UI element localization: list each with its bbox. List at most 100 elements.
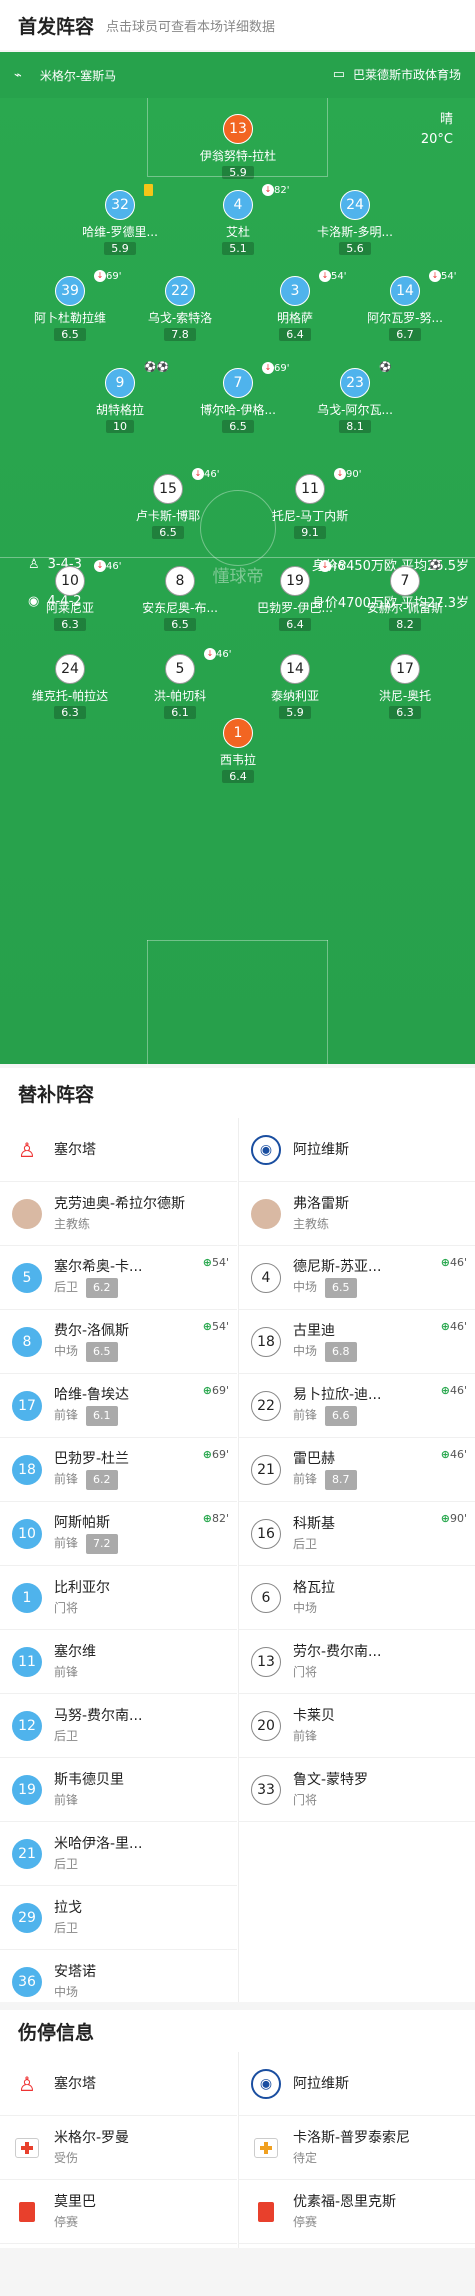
player-position: 中场	[293, 1600, 318, 1615]
away-team-name: 阿拉维斯	[293, 1141, 349, 1158]
sub-event: ⊕46'	[441, 1320, 467, 1333]
sub-player-row[interactable]: 10 阿斯帕斯 前锋 7.2 ⊕82'	[0, 1502, 237, 1566]
player-home-24[interactable]: 24 卡洛斯-多明... 5.6	[295, 190, 415, 256]
sub-player-row[interactable]: 21 米哈伊洛-里... 后卫	[0, 1822, 237, 1886]
sub-player-row[interactable]: 6 格瓦拉 中场	[239, 1566, 475, 1630]
player-home-3[interactable]: 3 ↓ 54' 明格萨 6.4	[235, 270, 355, 342]
sub-event: ⊕69'	[203, 1384, 229, 1397]
away-team-row[interactable]: ◉ 阿拉维斯	[239, 1118, 475, 1182]
player-position: 后卫	[293, 1536, 318, 1551]
player-away-10[interactable]: 10 ↓ 46' 阿莱尼亚 6.3	[10, 560, 130, 632]
player-rating: 6.4	[222, 770, 254, 783]
injury-status: 受伤	[54, 2150, 79, 2165]
event-minute: 69'	[211, 1448, 229, 1461]
home-team-row[interactable]: ♙ 塞尔塔	[0, 1118, 237, 1182]
player-name: 安赫尔-佩雷斯	[366, 601, 444, 615]
player-rating: 6.5	[86, 1342, 118, 1362]
player-event: ↓ 46'	[94, 560, 121, 572]
sub-on-icon: ⊕	[202, 1384, 212, 1397]
player-position: 前锋	[293, 1408, 318, 1422]
sub-player-row[interactable]: 12 马努-费尔南... 后卫	[0, 1694, 237, 1758]
player-position: 门将	[293, 1792, 318, 1807]
player-number: 21	[12, 1838, 42, 1869]
sub-player-row[interactable]: 19 斯韦德贝里 前锋	[0, 1758, 237, 1822]
player-number: 11	[12, 1646, 42, 1677]
player-number: 4	[251, 1262, 281, 1293]
home-injury-team-row[interactable]: ♙ 塞尔塔	[0, 2052, 237, 2116]
away-coach-row[interactable]: 弗洛雷斯 主教练	[239, 1182, 475, 1246]
player-number: 11	[295, 474, 325, 504]
player-away-1[interactable]: 1 西韦拉 6.4	[178, 718, 298, 784]
injury-row[interactable]: 优素福-恩里克斯 停赛	[239, 2180, 475, 2244]
player-away-19[interactable]: 19 ↓ 46' 巴勃罗-伊巴... 6.4	[235, 560, 355, 632]
player-away-15[interactable]: 15 ↓ 46' 卢卡斯-博耶 6.5	[108, 468, 228, 540]
player-name: 塞尔希奥-卡...	[54, 1259, 143, 1275]
player-position: 中场	[293, 1344, 318, 1358]
injury-row[interactable]: 米格尔-罗曼 受伤	[0, 2116, 237, 2180]
player-home-23[interactable]: 23 ⚽ 乌戈-阿尔瓦... 8.1	[295, 362, 415, 434]
player-home-9[interactable]: 9 ⚽⚽ 胡特格拉 10	[60, 362, 180, 434]
player-number: 24	[55, 654, 85, 684]
sub-player-row[interactable]: 17 哈维-鲁埃达 前锋 6.1 ⊕69'	[0, 1374, 237, 1438]
player-home-7[interactable]: 7 ↓ 69' 博尔哈-伊格... 6.5	[178, 362, 298, 434]
player-number: 10	[55, 566, 85, 596]
sub-player-row[interactable]: 18 巴勃罗-杜兰 前锋 6.2 ⊕69'	[0, 1438, 237, 1502]
player-away-17[interactable]: 17 洪尼-奥托 6.3	[345, 654, 465, 720]
temperature: 20°C	[420, 132, 453, 147]
player-home-14[interactable]: 14 ↓ 54' 阿尔瓦罗-努... 6.7	[345, 270, 465, 342]
sub-player-row[interactable]: 21 雷巴赫 前锋 8.7 ⊕46'	[239, 1438, 475, 1502]
player-away-11[interactable]: 11 ↓ 90' 托尼-马丁内斯 9.1	[250, 468, 370, 540]
celta-badge-icon: ♙	[18, 1137, 36, 1162]
player-away-8[interactable]: 8 安东尼奥-布... 6.5	[120, 566, 240, 632]
sub-player-row[interactable]: 8 费尔-洛佩斯 中场 6.5 ⊕54'	[0, 1310, 237, 1374]
player-event: ↓ 90'	[334, 468, 361, 480]
sub-player-row[interactable]: 13 劳尔-费尔南... 门将	[239, 1630, 475, 1694]
sub-off-icon: ↓	[429, 270, 441, 282]
sub-player-row[interactable]: 18 古里迪 中场 6.8 ⊕46'	[239, 1310, 475, 1374]
player-event: ↓ 46'	[192, 468, 219, 480]
player-event: ↓ 69'	[262, 362, 289, 374]
player-name: 费尔-洛佩斯	[54, 1323, 130, 1339]
player-name: 阿斯帕斯	[54, 1515, 110, 1531]
sub-player-row[interactable]: 20 卡莱贝 前锋	[239, 1694, 475, 1758]
player-home-32[interactable]: 32 哈维-罗德里... 5.9	[60, 184, 180, 256]
player-away-14[interactable]: 14 泰纳利亚 5.9	[235, 654, 355, 720]
event-minute: 54'	[211, 1256, 229, 1269]
alaves-badge-icon: ◉	[251, 1134, 281, 1165]
player-name: 托尼-马丁内斯	[271, 509, 349, 523]
home-coach-row[interactable]: 克劳迪奥-希拉尔德斯 主教练	[0, 1182, 237, 1246]
injury-row[interactable]: 莫里巴 停赛	[0, 2180, 237, 2244]
sub-off-icon: ↓	[94, 560, 106, 572]
sub-player-row[interactable]: 33 鲁文-蒙特罗 门将	[239, 1758, 475, 1822]
sub-player-row[interactable]: 4 德尼斯-苏亚... 中场 6.5 ⊕46'	[239, 1246, 475, 1310]
sub-player-row[interactable]: 22 易卜拉欣-迪... 前锋 6.6 ⊕46'	[239, 1374, 475, 1438]
player-number: 16	[251, 1518, 281, 1549]
subs-header: 替补阵容	[0, 1068, 475, 1118]
sub-player-row[interactable]: 5 塞尔希奥-卡... 后卫 6.2 ⊕54'	[0, 1246, 237, 1310]
player-home-4[interactable]: 4 ↓ 82' 艾杜 5.1	[178, 184, 298, 256]
player-name: 安东尼奥-布...	[142, 601, 218, 615]
home-team-name: 塞尔塔	[54, 1141, 96, 1158]
player-number: 20	[251, 1710, 281, 1741]
player-home-39[interactable]: 39 ↓ 69' 阿卜杜勒拉维 6.5	[10, 270, 130, 342]
player-rating: 8.2	[389, 618, 421, 631]
sub-player-row[interactable]: 1 比利亚尔 门将	[0, 1566, 237, 1630]
home-subs-column: ♙ 塞尔塔 克劳迪奥-希拉尔德斯 主教练 5 塞尔希奥-卡... 后卫 6.2 ⊕54'…	[0, 1118, 237, 2014]
player-position: 前锋	[54, 1664, 79, 1679]
away-injury-team-row[interactable]: ◉ 阿拉维斯	[239, 2052, 475, 2116]
player-home-13[interactable]: 13 伊翁努特-拉杜 5.9	[178, 114, 298, 180]
sub-player-row[interactable]: 11 塞尔维 前锋	[0, 1630, 237, 1694]
player-rating: 6.8	[325, 1342, 357, 1362]
player-number: 3	[280, 276, 310, 306]
player-away-7[interactable]: 7 ⚽ 安赫尔-佩雷斯 8.2	[345, 560, 465, 632]
medkit-icon	[15, 2137, 39, 2158]
player-name: 卡洛斯-多明...	[317, 225, 393, 239]
player-name: 阿莱尼亚	[45, 601, 94, 615]
sub-player-row[interactable]: 29 拉戈 后卫	[0, 1886, 237, 1950]
injury-row[interactable]: 卡洛斯-普罗泰索尼 待定	[239, 2116, 475, 2180]
sub-player-row[interactable]: 16 科斯基 后卫 ⊕90'	[239, 1502, 475, 1566]
player-position: 后卫	[54, 1280, 79, 1294]
player-home-22[interactable]: 22 乌戈-索特洛 7.8	[120, 276, 240, 342]
player-away-24[interactable]: 24 维克托-帕拉达 6.3	[10, 654, 130, 720]
player-away-5[interactable]: 5 ↓ 46' 洪-帕切科 6.1	[120, 648, 240, 720]
